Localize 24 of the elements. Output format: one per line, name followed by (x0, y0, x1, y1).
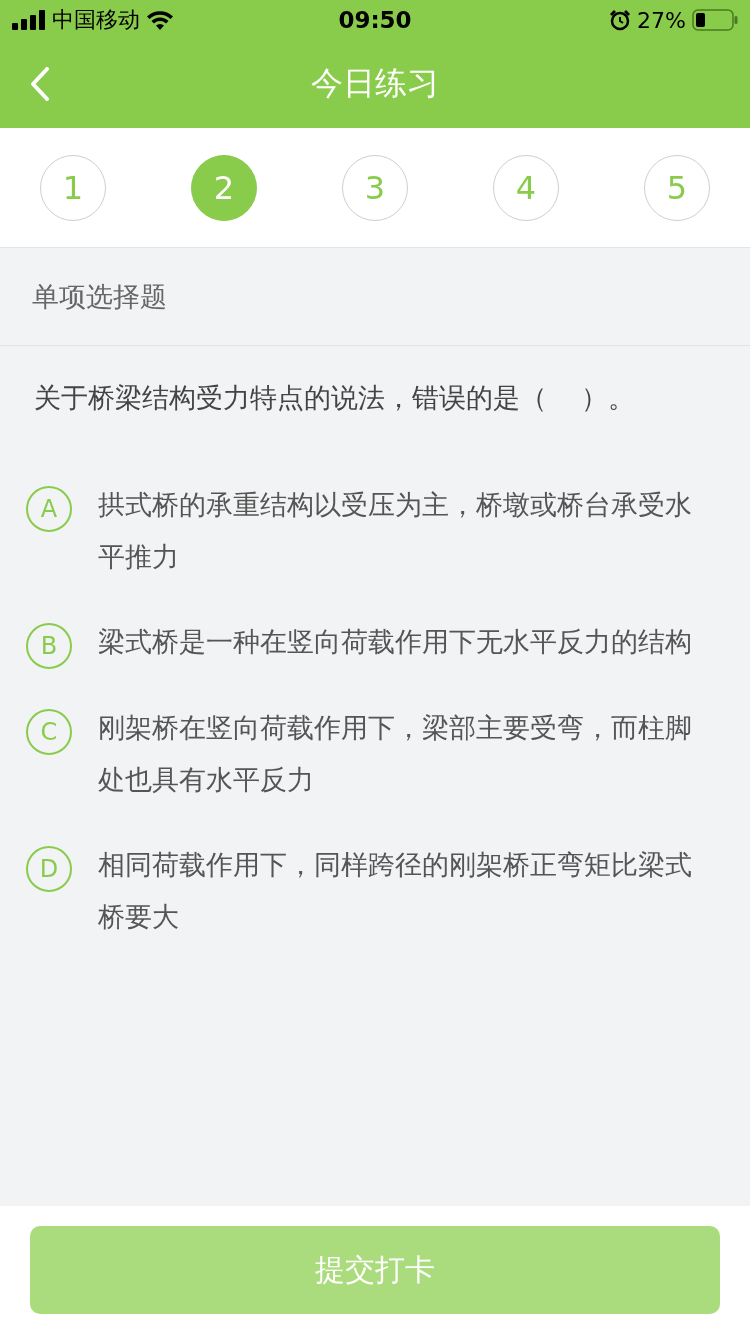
option-text[interactable]: 相同荷载作用下，同样跨径的刚架桥正弯矩比梁式桥要大 (98, 839, 708, 943)
option-letter[interactable]: B (26, 623, 72, 669)
back-icon[interactable] (30, 67, 50, 101)
carrier-name: 中国移动 (52, 6, 140, 34)
wifi-icon (146, 10, 174, 30)
option-letter[interactable]: D (26, 846, 72, 892)
question-type: 单项选择题 (32, 279, 167, 314)
battery-percent: 27% (637, 7, 686, 33)
status-time: 09:50 (338, 7, 412, 33)
question-number-tab[interactable]: 2 (191, 154, 257, 221)
question-text: 关于桥梁结构受力特点的说法，错误的是（ ）。 (34, 381, 637, 415)
question-number-tab[interactable]: 5 (644, 154, 710, 221)
option-letter[interactable]: C (26, 709, 72, 755)
option-letter[interactable]: A (26, 486, 72, 532)
question-number-tab[interactable]: 4 (493, 154, 559, 221)
option-text[interactable]: 拱式桥的承重结构以受压为主，桥墩或桥台承受水平推力 (98, 479, 708, 583)
battery-icon (692, 9, 738, 31)
signal-icon (12, 10, 46, 30)
question-number-tab[interactable]: 1 (40, 154, 106, 221)
alarm-icon (609, 9, 632, 31)
page-title: 今日练习 (311, 63, 439, 104)
option-text[interactable]: 梁式桥是一种在竖向荷载作用下无水平反力的结构 (98, 616, 708, 668)
option-text[interactable]: 刚架桥在竖向荷载作用下，梁部主要受弯，而柱脚处也具有水平反力 (98, 702, 708, 806)
question-number-tab[interactable]: 3 (342, 154, 408, 221)
